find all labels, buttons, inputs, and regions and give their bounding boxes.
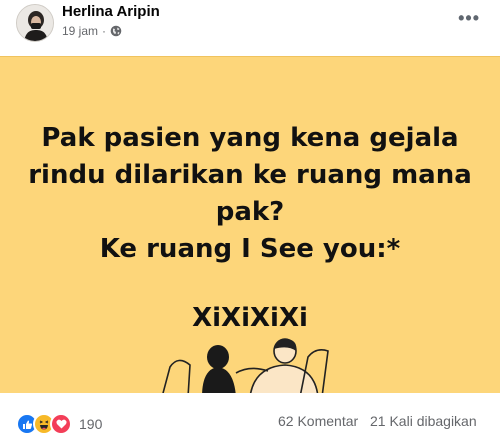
comments-count[interactable]: 62 Komentar [278, 413, 358, 429]
couple-illustration [162, 338, 329, 393]
image-laugh-text: XiXiXiXi [192, 303, 308, 333]
love-icon [50, 413, 72, 435]
image-text-line: pak? [215, 197, 285, 227]
image-text-line: Pak pasien yang kena gejala [41, 123, 459, 153]
avatar-image [17, 5, 53, 41]
reaction-count: 190 [79, 416, 103, 432]
post-footer: 190 62 Komentar 21 Kali dibagikan [0, 400, 500, 436]
more-options-icon[interactable]: ••• [458, 8, 480, 29]
shares-count[interactable]: 21 Kali dibagikan [370, 413, 477, 429]
image-text-line: rindu dilarikan ke ruang mana [28, 160, 472, 190]
author-name[interactable]: Herlina Aripin [62, 3, 160, 20]
reactions-summary[interactable]: 190 [16, 413, 102, 435]
post-time[interactable]: 19 jam [62, 24, 98, 38]
post-image-text: Pak pasien yang kena gejala rindu dilari… [0, 120, 500, 268]
post-header: Herlina Aripin 19 jam · ••• [0, 0, 500, 56]
globe-icon [110, 25, 122, 37]
image-text-line: Ke ruang I See you:* [99, 234, 401, 264]
author-avatar[interactable] [16, 4, 54, 42]
post-meta: 19 jam · [62, 24, 122, 38]
post-image[interactable]: Pak pasien yang kena gejala rindu dilari… [0, 56, 500, 393]
